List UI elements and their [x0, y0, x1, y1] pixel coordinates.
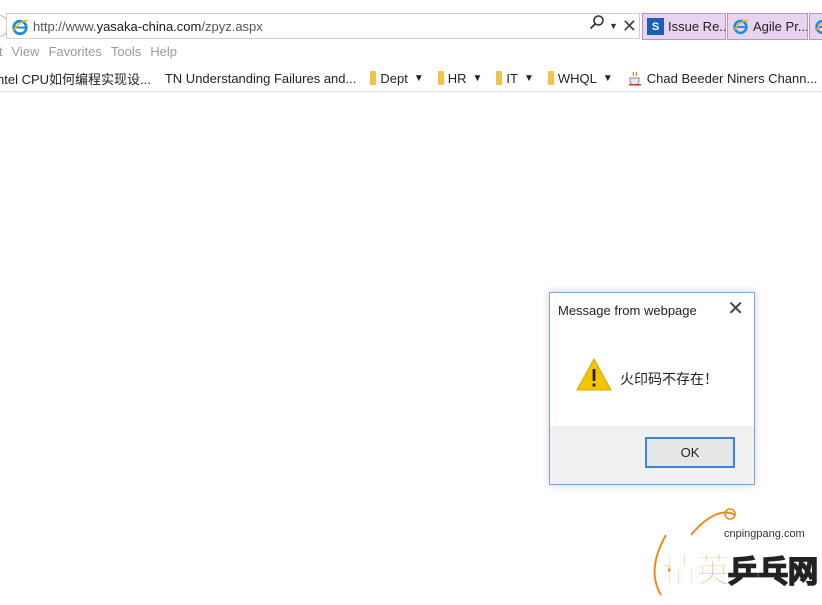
message-dialog: Message from webpage ✕ 火印码不存在！ OK [549, 292, 755, 485]
favorite-intel-cpu[interactable]: ntel CPU如何编程实现设... [0, 69, 151, 88]
favorite-label: Chad Beeder Niners Chann... [646, 70, 818, 86]
ie-icon [12, 19, 29, 36]
search-icon[interactable] [589, 14, 605, 38]
menu-bar: it View Favorites Tools Help [0, 44, 177, 62]
address-bar[interactable]: http://www.yasaka-china.com/zpyz.aspx ▼ … [6, 13, 640, 39]
menu-help[interactable]: Help [150, 44, 177, 62]
dialog-title: Message from webpage [558, 303, 697, 318]
warning-icon [576, 357, 612, 391]
favorite-chad-beeder[interactable]: Chad Beeder Niners Chann... [627, 70, 818, 86]
chevron-down-icon: ▼ [413, 72, 424, 84]
watermark-text-a: 精英 [662, 551, 731, 591]
chevron-down-icon: ▼ [472, 72, 483, 84]
folder-icon [496, 71, 503, 85]
stop-icon[interactable]: ✕ [622, 14, 637, 38]
menu-edit[interactable]: it [0, 44, 3, 62]
address-buttons: ▼ ✕ [589, 14, 637, 38]
favorite-label: IT [506, 70, 518, 86]
search-dropdown-icon[interactable]: ▼ [609, 14, 618, 38]
favorite-label: ntel CPU如何编程实现设... [0, 71, 151, 87]
java-cup-icon [628, 71, 641, 86]
favorite-folder-whql[interactable]: WHQL ▼ [547, 70, 613, 86]
ok-button[interactable]: OK [645, 437, 735, 468]
dialog-message: 火印码不存在！ [620, 371, 718, 387]
url-path: /zpyz.aspx [201, 19, 263, 34]
folder-icon [547, 71, 554, 85]
watermark-text-b: 乒乓网 [728, 555, 818, 590]
favorite-folder-hr[interactable]: HR ▼ [437, 70, 483, 86]
ie-icon [815, 19, 822, 35]
menu-view[interactable]: View [12, 44, 40, 62]
tab-label: Issue Re... [668, 19, 726, 34]
tab-agile-pr[interactable]: Agile Pr... [727, 13, 808, 40]
url-text[interactable]: http://www.yasaka-china.com/zpyz.aspx [33, 19, 263, 34]
favorite-label: TN Understanding Failures and... [164, 70, 357, 86]
folder-icon [437, 71, 444, 85]
chevron-down-icon: ▼ [602, 72, 613, 84]
favorite-folder-dept[interactable]: Dept ▼ [370, 70, 424, 86]
menu-favorites[interactable]: Favorites [48, 44, 101, 62]
sharepoint-icon: S [647, 18, 664, 35]
menu-tools[interactable]: Tools [111, 44, 141, 62]
toolbar-divider [0, 91, 822, 92]
tab-partial[interactable] [809, 13, 822, 40]
close-icon[interactable]: ✕ [727, 299, 744, 319]
watermark-url: cnpingpang.com [724, 528, 805, 540]
tab-issue-re[interactable]: S Issue Re... [642, 13, 726, 40]
url-prefix: http://www. [33, 19, 97, 34]
chevron-down-icon: ▼ [523, 72, 534, 84]
favorite-folder-it[interactable]: IT ▼ [496, 70, 534, 86]
favorite-label: HR [447, 70, 467, 86]
cnpingpang-watermark-logo: cnpingpang.com 精英 乒乓网 [653, 508, 819, 596]
favorite-tn-understanding[interactable]: TN Understanding Failures and... [165, 71, 356, 86]
favorite-label: WHQL [557, 70, 597, 86]
ie-icon [733, 19, 749, 35]
url-domain: yasaka-china.com [96, 19, 202, 34]
folder-icon [370, 71, 377, 85]
tab-label: Agile Pr... [753, 19, 808, 34]
address-row: http://www.yasaka-china.com/zpyz.aspx ▼ … [0, 13, 822, 40]
favorite-label: Dept [380, 70, 408, 86]
favorites-bar: ntel CPU如何编程实现设... TN Understanding Fail… [0, 68, 822, 88]
